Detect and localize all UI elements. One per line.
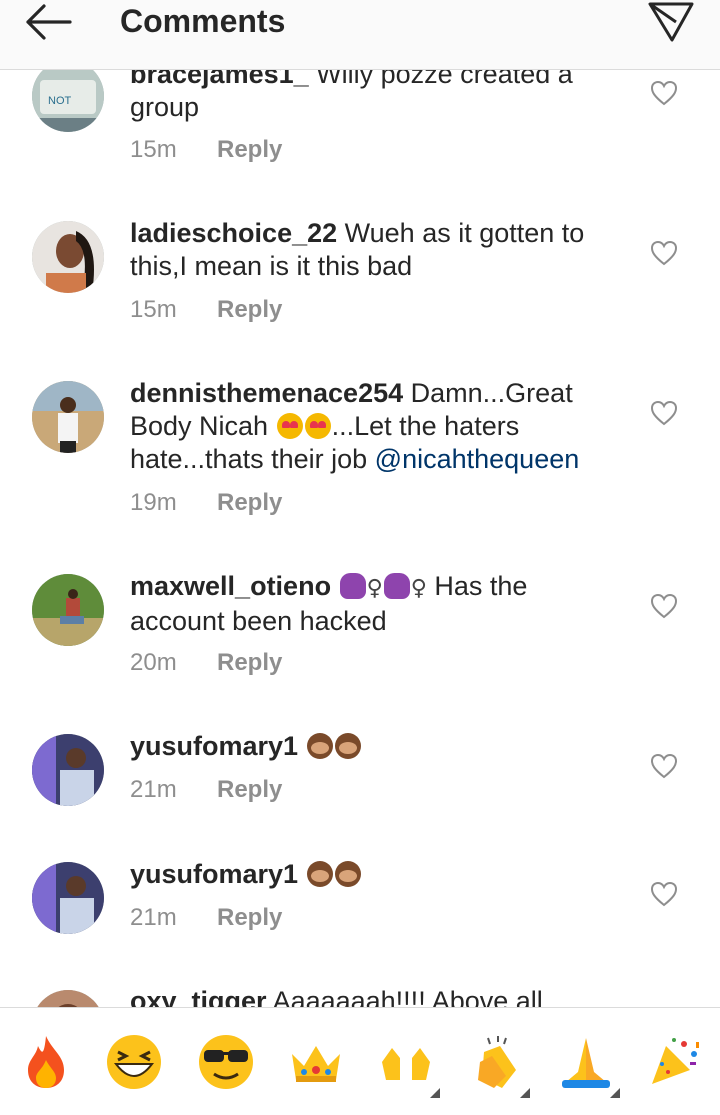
see-no-evil-monkey-emoji-icon — [334, 733, 361, 759]
skin-tone-indicator — [430, 1088, 440, 1098]
comment-body: ladieschoice_22 Wueh as it gotten to thi… — [130, 217, 610, 283]
comment-text: Aaaaaaah!!!! Above all — [272, 986, 543, 1007]
avatar[interactable] — [32, 990, 104, 1007]
skin-tone-indicator — [520, 1088, 530, 1098]
comment-meta: 15m Reply — [130, 296, 282, 324]
comment-body: dennisthemenace254 Damn...Great Body Nic… — [130, 377, 610, 476]
avatar[interactable] — [32, 574, 104, 646]
female-sign-icon: ♀ — [366, 576, 383, 601]
heart-icon[interactable] — [650, 400, 678, 426]
comment-meta: 15m Reply — [130, 136, 282, 164]
comment-username[interactable]: oxy_tigger — [130, 986, 267, 1007]
comment-body: yusufomary1 — [130, 730, 610, 763]
heart-icon[interactable] — [650, 753, 678, 779]
svg-text:NOT: NOT — [48, 95, 72, 107]
heart-icon[interactable] — [650, 593, 678, 619]
reply-button[interactable]: Reply — [217, 136, 282, 163]
raising-hands-icon[interactable] — [376, 1032, 440, 1098]
folded-hands-icon[interactable] — [556, 1032, 620, 1098]
comment-username[interactable]: yusufomary1 — [130, 731, 298, 761]
heart-icon[interactable] — [650, 80, 678, 106]
comment-time: 19m — [130, 489, 177, 516]
crown-icon[interactable] — [286, 1032, 346, 1092]
comments-list[interactable]: NOT bracejames1_ Willy pozze created a g… — [0, 0, 720, 1007]
comment-body: maxwell_otieno ♀ ♀ Has the account been h… — [130, 570, 610, 638]
heart-icon[interactable] — [650, 240, 678, 266]
avatar[interactable] — [32, 862, 104, 934]
comment-time: 21m — [130, 904, 177, 931]
comment-username[interactable]: ladieschoice_22 — [130, 218, 337, 248]
comment-username[interactable]: maxwell_otieno — [130, 571, 331, 601]
reply-button[interactable]: Reply — [217, 649, 282, 676]
woman-gesturing-emoji-icon — [339, 573, 366, 599]
comment-body: yusufomary1 — [130, 858, 610, 891]
grinning-squinting-face-icon[interactable] — [104, 1032, 164, 1092]
comment-meta: 19m Reply — [130, 489, 282, 517]
see-no-evil-monkey-emoji-icon — [306, 861, 333, 887]
sunglasses-face-icon[interactable] — [196, 1032, 256, 1092]
comment-username[interactable]: yusufomary1 — [130, 859, 298, 889]
heart-eyes-emoji-icon — [304, 413, 331, 439]
skin-tone-indicator — [610, 1088, 620, 1098]
comment-time: 15m — [130, 136, 177, 163]
comment-meta: 21m Reply — [130, 904, 282, 932]
heart-eyes-emoji-icon — [276, 413, 303, 439]
avatar[interactable]: NOT — [32, 60, 104, 132]
comment-time: 15m — [130, 296, 177, 323]
comment-time: 20m — [130, 649, 177, 676]
back-arrow-icon[interactable] — [22, 2, 74, 42]
avatar[interactable] — [32, 734, 104, 806]
comment-username[interactable]: dennisthemenace254 — [130, 378, 403, 408]
comment-time: 21m — [130, 776, 177, 803]
reply-button[interactable]: Reply — [217, 489, 282, 516]
female-sign-icon: ♀ — [410, 576, 427, 601]
comment-meta: 21m Reply — [130, 776, 282, 804]
reply-button[interactable]: Reply — [217, 776, 282, 803]
see-no-evil-monkey-emoji-icon — [306, 733, 333, 759]
clapping-hands-icon[interactable] — [466, 1032, 530, 1098]
reply-button[interactable]: Reply — [217, 904, 282, 931]
direct-message-icon[interactable] — [646, 0, 696, 44]
page-title: Comments — [120, 3, 286, 39]
see-no-evil-monkey-emoji-icon — [334, 861, 361, 887]
woman-gesturing-emoji-icon — [383, 573, 410, 599]
avatar[interactable] — [32, 221, 104, 293]
comment-body: oxy_tigger Aaaaaaah!!!! Above all — [130, 985, 610, 1007]
header-bar: Comments — [0, 0, 720, 70]
mention-link[interactable]: @nicahthequeen — [375, 444, 580, 474]
comment-meta: 20m Reply — [130, 649, 282, 677]
avatar[interactable] — [32, 381, 104, 453]
emoji-quick-bar — [0, 1007, 720, 1115]
reply-button[interactable]: Reply — [217, 296, 282, 323]
fire-icon[interactable] — [16, 1032, 76, 1092]
heart-icon[interactable] — [650, 881, 678, 907]
app: NOT bracejames1_ Willy pozze created a g… — [0, 0, 720, 1115]
confetti-icon[interactable] — [644, 1032, 704, 1092]
